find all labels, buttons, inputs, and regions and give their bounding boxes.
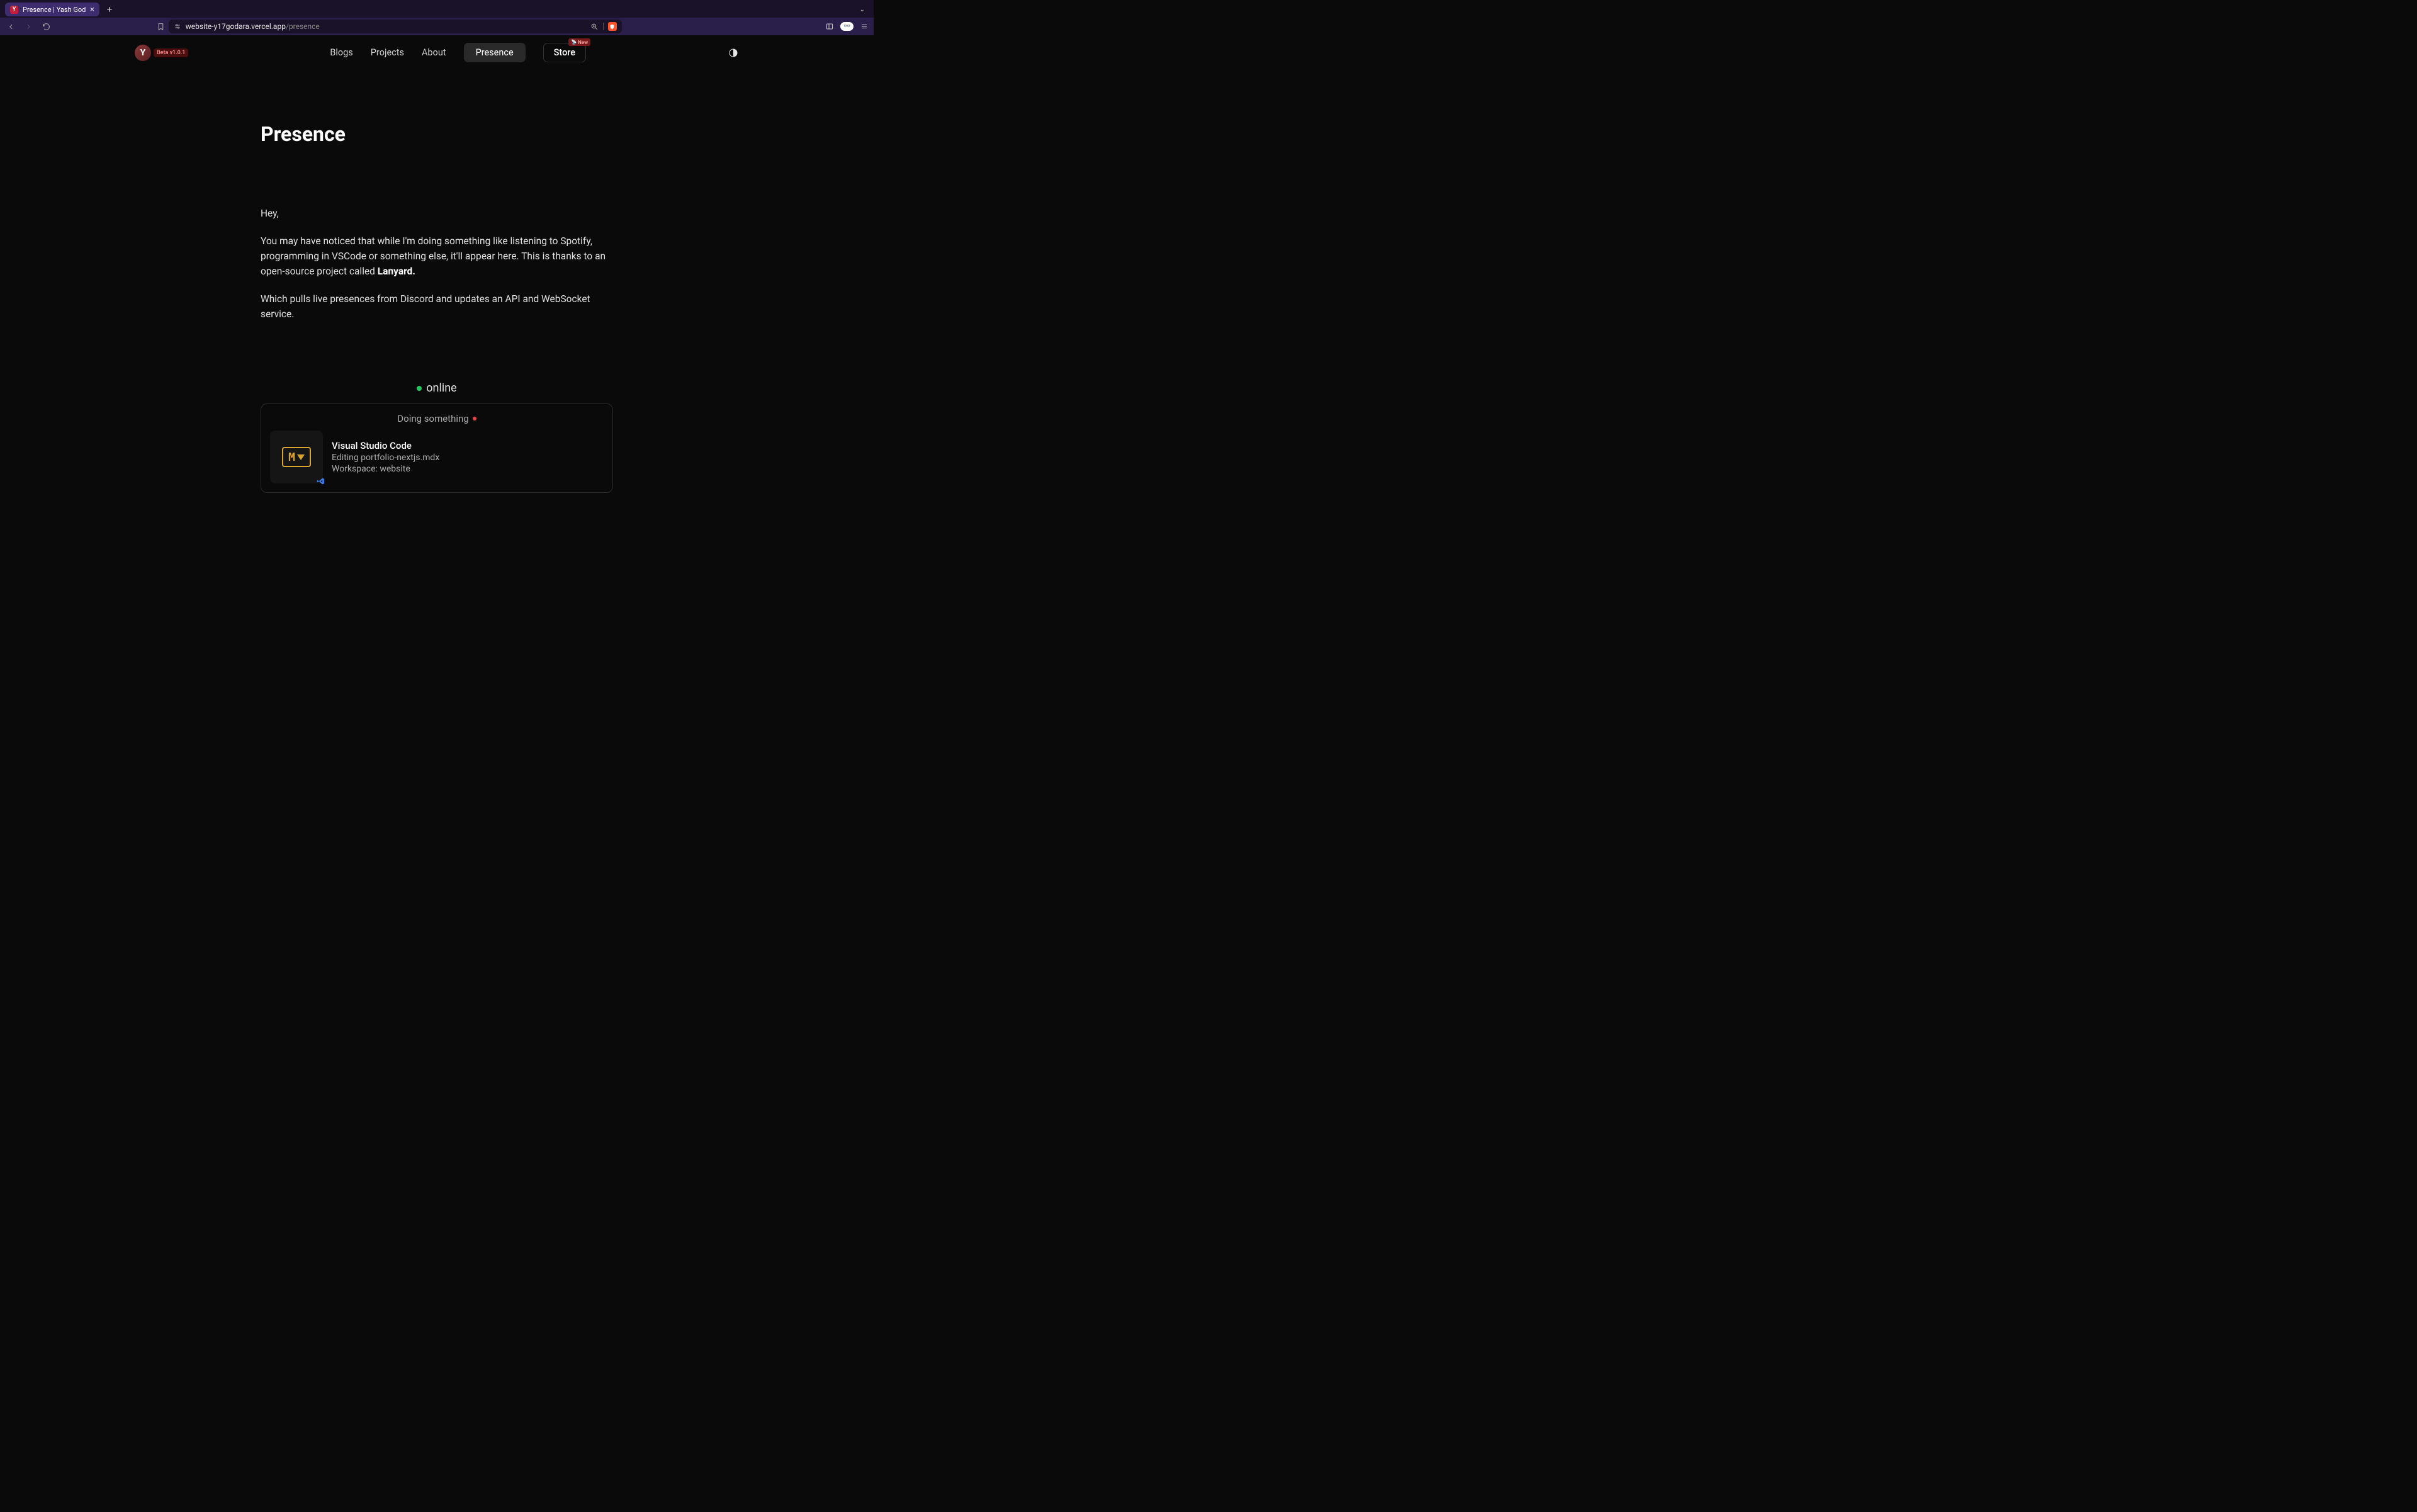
url-host: website-y17godara.vercel.app: [186, 22, 286, 31]
address-bar[interactable]: website-y17godara.vercel.app/presence: [169, 20, 622, 33]
forward-button[interactable]: [23, 23, 34, 31]
divider: [603, 23, 604, 30]
sidebar-toggle-icon[interactable]: [825, 23, 834, 30]
browser-tab[interactable]: Y Presence | Yash Godara ×: [5, 3, 99, 16]
activity-title: Visual Studio Code: [332, 440, 439, 451]
card-header-text: Doing something: [397, 413, 468, 424]
new-tab-button[interactable]: +: [103, 3, 116, 16]
live-dot-icon: [473, 417, 476, 420]
close-icon[interactable]: ×: [90, 6, 94, 14]
vscode-overlay-icon: [316, 477, 325, 485]
activity-line-2: Workspace: website: [332, 464, 439, 474]
site-settings-icon[interactable]: [174, 23, 181, 30]
new-badge: 📡 New: [568, 38, 590, 46]
tab-title: Presence | Yash Godara: [23, 6, 86, 14]
paragraph-1-text: You may have noticed that while I'm doin…: [261, 235, 606, 277]
tabs-dropdown-icon[interactable]: ⌄: [856, 6, 869, 13]
activity-icon: M: [270, 431, 323, 483]
intro-hey: Hey,: [261, 206, 613, 221]
main-content: Presence Hey, You may have noticed that …: [261, 69, 613, 493]
status-row: online: [261, 381, 613, 395]
back-button[interactable]: [5, 23, 16, 31]
nav-presence[interactable]: Presence: [464, 43, 526, 62]
beta-badge: Beta v1.0.1: [154, 48, 188, 57]
zoom-icon[interactable]: [590, 23, 599, 31]
nav-projects[interactable]: Projects: [371, 43, 404, 62]
broadcast-icon: 📡: [571, 40, 577, 45]
paragraph-1: You may have noticed that while I'm doin…: [261, 234, 613, 279]
bookmark-icon[interactable]: [157, 23, 165, 31]
nav-links: Blogs Projects About Presence Store 📡 Ne…: [330, 43, 586, 62]
theme-toggle[interactable]: [728, 47, 739, 59]
nav-blogs[interactable]: Blogs: [330, 43, 352, 62]
nav-about[interactable]: About: [422, 43, 446, 62]
menu-icon[interactable]: [860, 23, 869, 30]
status-label: online: [426, 381, 456, 395]
browser-toolbar: website-y17godara.vercel.app/presence 👓: [0, 18, 874, 35]
online-status-dot: [417, 386, 422, 391]
url-path: /presence: [286, 22, 320, 31]
page-title: Presence: [261, 122, 613, 146]
brave-shield-icon[interactable]: [608, 22, 617, 31]
paragraph-2: Which pulls live presences from Discord …: [261, 291, 613, 322]
tab-favicon: Y: [10, 6, 18, 14]
card-header: Doing something: [270, 413, 604, 424]
nav-store-label: Store: [554, 47, 575, 58]
site-header: Y Beta v1.0.1 Blogs Projects About Prese…: [135, 35, 739, 69]
presence-card: Doing something M Visual Studio Code Edi…: [261, 403, 613, 493]
tab-strip: Y Presence | Yash Godara × + ⌄: [0, 0, 874, 18]
brand-logo[interactable]: Y: [135, 45, 151, 61]
url-text: website-y17godara.vercel.app/presence: [186, 22, 586, 31]
activity-line-1: Editing portfolio-nextjs.mdx: [332, 453, 439, 463]
new-badge-text: New: [578, 40, 588, 45]
mdx-file-icon: M: [282, 447, 311, 467]
reload-button[interactable]: [40, 23, 52, 31]
vpn-pill-icon[interactable]: 👓: [840, 22, 854, 31]
nav-store[interactable]: Store 📡 New: [543, 43, 586, 62]
lanyard-bold: Lanyard.: [378, 266, 415, 277]
